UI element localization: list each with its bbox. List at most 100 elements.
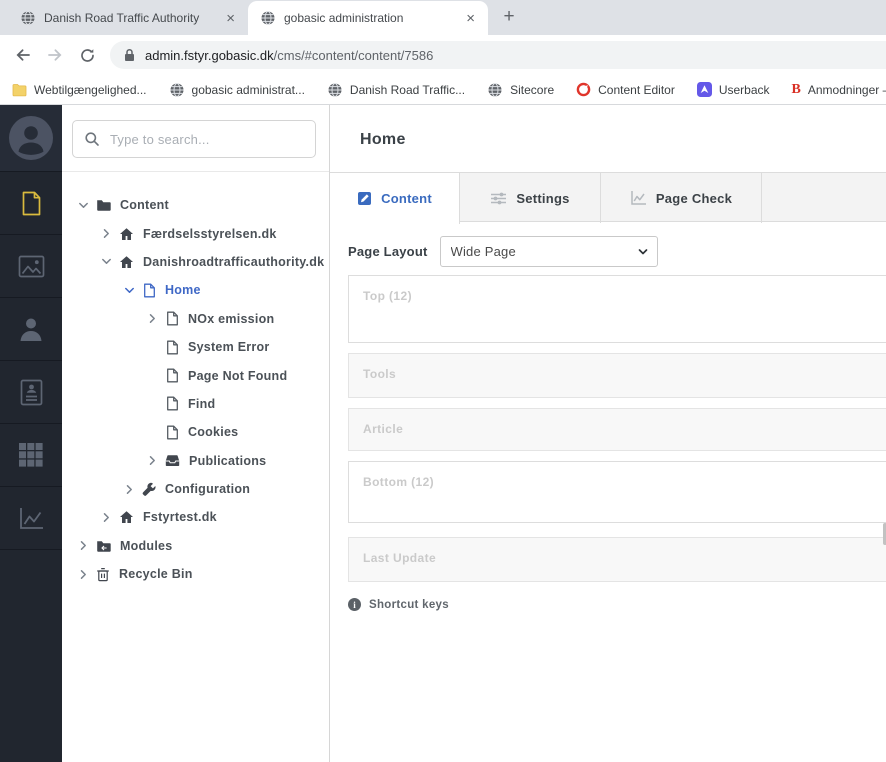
avatar-icon (9, 116, 53, 160)
search-icon (84, 131, 100, 152)
file-icon (165, 425, 179, 440)
browser-tab-danish-road-traffic-authority[interactable]: Danish Road Traffic Authority × (8, 1, 248, 35)
home-icon (119, 255, 134, 269)
search-input[interactable] (72, 120, 316, 158)
file-icon (165, 311, 179, 326)
shortcut-keys-link[interactable]: i Shortcut keys (348, 598, 886, 611)
chevron-right-icon[interactable] (99, 510, 114, 525)
file-icon (142, 283, 156, 298)
bookmark-anmodninger-ber[interactable]: B Anmodninger – Ber (792, 82, 886, 98)
url-text: admin.fstyr.gobasic.dk/cms/#content/cont… (145, 47, 434, 63)
folder-bookmark-icon (12, 83, 27, 97)
chevron-right-icon[interactable] (76, 538, 91, 553)
page-layout-select[interactable]: Wide Page (439, 236, 658, 267)
userback-icon (696, 82, 712, 97)
red-ring-icon (576, 82, 591, 97)
browser-tab-strip: Danish Road Traffic Authority × gobasic … (0, 0, 886, 35)
rail-item-document[interactable] (0, 172, 62, 235)
tree-item-fstyrtest-dk[interactable]: Fstyrtest.dk (62, 503, 329, 531)
placeholder-top-12[interactable]: Top (12) (348, 275, 886, 343)
tree-item-content[interactable]: Content (62, 191, 329, 219)
tree-item-home[interactable]: Home (62, 276, 329, 304)
bookmark-webtilg-ngelighed[interactable]: Webtilgængelighed... (12, 83, 147, 97)
reload-icon[interactable] (72, 40, 102, 70)
chevron-down-icon[interactable] (99, 254, 114, 269)
chevron-right-icon[interactable] (76, 567, 91, 582)
chevron-down-icon[interactable] (122, 283, 137, 298)
tree-item-cookies[interactable]: Cookies (62, 418, 329, 446)
content-tree: Content Færdselsstyrelsen.dk Danishroadt… (62, 172, 329, 588)
back-icon[interactable] (8, 40, 38, 70)
tree-item-recycle-bin[interactable]: Recycle Bin (62, 560, 329, 588)
tree-item-nox-emission[interactable]: NOx emission (62, 305, 329, 333)
info-icon: i (348, 598, 361, 611)
tree-item-danishroadtrafficauthority-dk[interactable]: Danishroadtrafficauthority.dk (62, 248, 329, 276)
globe-icon (260, 10, 276, 26)
file-icon (165, 340, 179, 355)
tab-page-check[interactable]: Page Check (601, 173, 762, 223)
rail-item-grid[interactable] (0, 424, 62, 487)
page-title: Home (360, 131, 406, 148)
tree-item-find[interactable]: Find (62, 390, 329, 418)
line-chart-icon (630, 190, 647, 206)
trash-icon (96, 567, 110, 582)
tree-item-modules[interactable]: Modules (62, 532, 329, 560)
chevron-right-icon[interactable] (145, 311, 160, 326)
bookmark-sitecore[interactable]: Sitecore (487, 82, 554, 98)
placeholder-bottom-12[interactable]: Bottom (12) (348, 461, 886, 523)
bookmark-gobasic-administrat[interactable]: gobasic administrat... (169, 82, 305, 98)
globe-icon (20, 10, 36, 26)
tree-item-system-error[interactable]: System Error (62, 333, 329, 361)
tab-bar-filler (762, 173, 886, 223)
sliders-icon (490, 191, 507, 206)
bookmark-content-editor[interactable]: Content Editor (576, 82, 675, 97)
tray-icon (165, 454, 180, 467)
forward-icon[interactable] (40, 40, 70, 70)
chevron-right-icon[interactable] (99, 226, 114, 241)
letter-b-icon: B (791, 81, 801, 97)
browser-tab-gobasic-administration[interactable]: gobasic administration × (248, 1, 488, 35)
tree-item-publications[interactable]: Publications (62, 447, 329, 475)
tree-item-configuration[interactable]: Configuration (62, 475, 329, 503)
home-icon (119, 227, 134, 241)
placeholder-last-update[interactable]: Last Update (348, 537, 886, 582)
person-icon (19, 317, 43, 342)
url-bar[interactable]: admin.fstyr.gobasic.dk/cms/#content/cont… (110, 41, 886, 69)
modules-icon (96, 539, 111, 553)
tree-item-f-rdselsstyrelsen-dk[interactable]: Færdselsstyrelsen.dk (62, 219, 329, 247)
file-icon (165, 368, 179, 383)
lock-icon (124, 48, 135, 62)
new-tab-icon[interactable]: + (496, 4, 522, 30)
globe-icon (487, 82, 503, 98)
globe-icon (327, 82, 343, 98)
rail-item-avatar[interactable] (0, 105, 62, 172)
bookmark-danish-road-traffic[interactable]: Danish Road Traffic... (327, 82, 465, 98)
chevron-down-icon[interactable] (76, 198, 91, 213)
image-icon (18, 255, 45, 278)
tab-close-icon[interactable]: × (223, 10, 238, 27)
chevron-right-icon[interactable] (122, 482, 137, 497)
rail-item-contact-card[interactable] (0, 361, 62, 424)
app-side-rail (0, 105, 62, 762)
folder-icon (96, 198, 111, 212)
edit-icon (357, 191, 372, 206)
chevron-right-icon[interactable] (145, 453, 160, 468)
tree-item-page-not-found[interactable]: Page Not Found (62, 361, 329, 389)
rail-item-image[interactable] (0, 235, 62, 298)
rail-item-person[interactable] (0, 298, 62, 361)
tab-close-icon[interactable]: × (463, 10, 478, 27)
page-header: Home (330, 105, 886, 172)
document-icon (19, 190, 44, 217)
rail-item-chart[interactable] (0, 487, 62, 550)
bookmark-userback[interactable]: Userback (696, 82, 770, 97)
tab-content[interactable]: Content (330, 173, 460, 224)
tab-settings[interactable]: Settings (460, 173, 601, 223)
placeholder-tools[interactable]: Tools (348, 353, 886, 398)
page-layout-label: Page Layout (348, 244, 428, 259)
placeholder-article[interactable]: Article (348, 408, 886, 451)
file-icon (165, 396, 179, 411)
content-tree-panel: Content Færdselsstyrelsen.dk Danishroadt… (62, 105, 330, 762)
main-tab-bar: Content Settings Page Check (330, 172, 886, 224)
wrench-icon (142, 482, 156, 497)
contact-card-icon (20, 379, 43, 406)
